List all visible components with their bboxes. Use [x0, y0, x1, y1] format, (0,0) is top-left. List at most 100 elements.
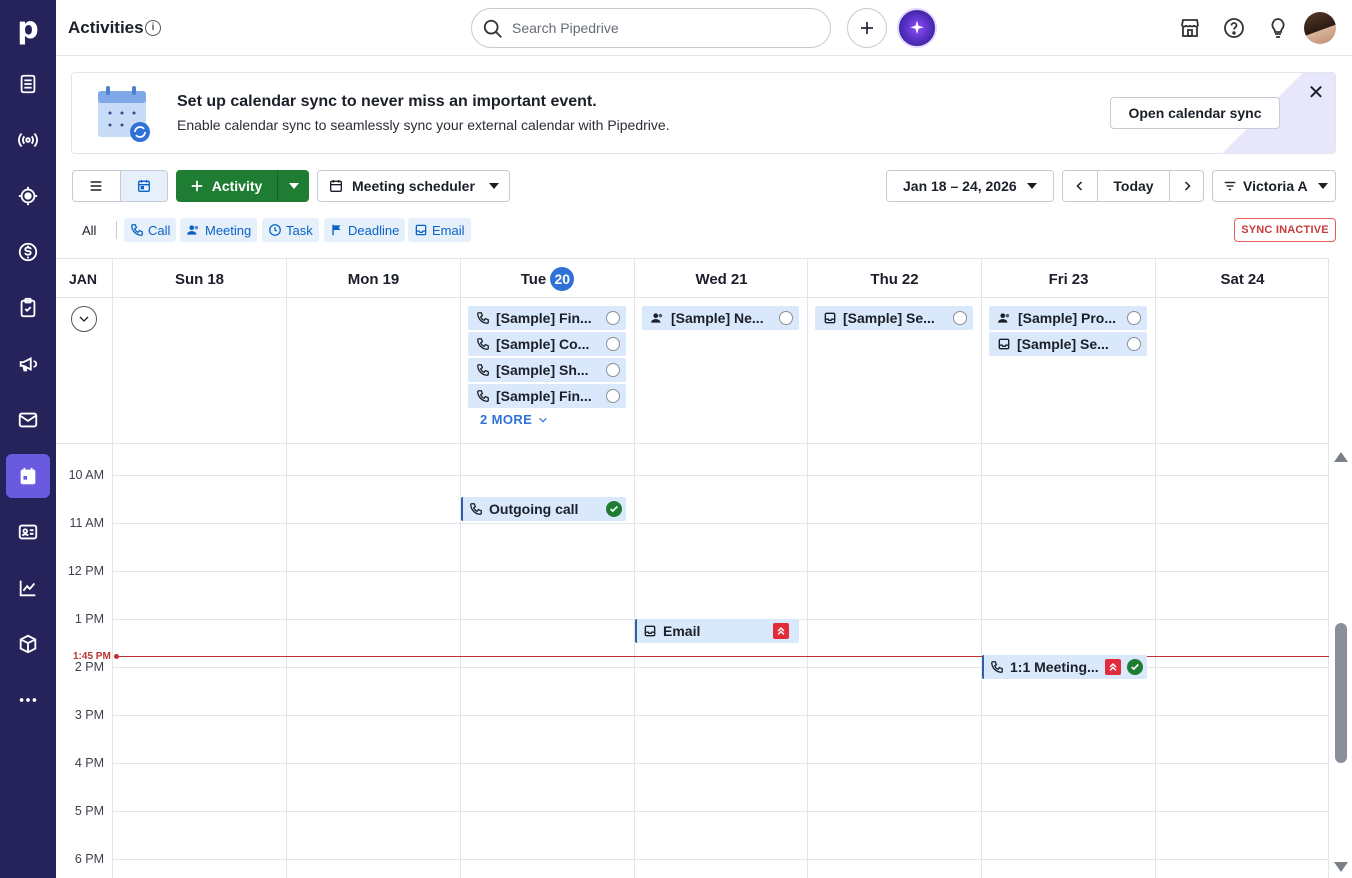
day-header-wed[interactable]: Wed 21	[635, 259, 808, 299]
all-day-event[interactable]: [Sample] Ne...	[642, 306, 799, 330]
mark-done-checkbox[interactable]	[606, 337, 620, 351]
day-number: 22	[901, 270, 919, 288]
mail-icon	[18, 412, 38, 428]
close-icon[interactable]: ✕	[1306, 83, 1326, 103]
all-day-event[interactable]: [Sample] Fin...	[468, 384, 626, 408]
scroll-up-arrow[interactable]	[1334, 452, 1348, 462]
timed-event[interactable]: 1:1 Meeting...	[982, 655, 1147, 679]
add-activity-dropdown-button[interactable]	[277, 170, 309, 202]
hour-label: 10 AM	[68, 468, 104, 482]
filter-divider	[116, 221, 117, 239]
sidebar-item-contacts[interactable]	[6, 510, 50, 554]
sidebar-item-projects[interactable]	[6, 174, 50, 218]
event-title: [Sample] Co...	[496, 336, 590, 352]
high-priority-icon	[773, 623, 789, 639]
search-input[interactable]	[512, 18, 812, 38]
day-header-sat[interactable]: Sat 24	[1156, 259, 1329, 299]
user-filter-button[interactable]: Victoria A	[1212, 170, 1336, 202]
show-more-events-button[interactable]: 2 MORE	[480, 412, 548, 427]
all-day-event[interactable]: [Sample] Sh...	[468, 358, 626, 382]
sidebar-item-products[interactable]	[6, 622, 50, 666]
filter-call[interactable]: Call	[124, 218, 177, 242]
chevron-down-icon	[539, 417, 548, 423]
today-button[interactable]: Today	[1098, 171, 1170, 201]
done-check-icon[interactable]	[606, 501, 622, 517]
phone-icon	[477, 364, 489, 376]
sidebar-item-sales[interactable]	[6, 230, 50, 274]
hour-line	[112, 715, 1329, 716]
filter-call-label: Call	[148, 222, 171, 238]
filter-all[interactable]: All	[76, 218, 102, 242]
mark-done-checkbox[interactable]	[606, 389, 620, 403]
all-day-event[interactable]: [Sample] Fin...	[468, 306, 626, 330]
day-header-fri[interactable]: Fri 23	[982, 259, 1155, 299]
day-header-tue[interactable]: Tue 20	[461, 259, 634, 299]
list-view-button[interactable]	[73, 171, 120, 201]
mark-done-checkbox[interactable]	[779, 311, 793, 325]
all-day-event[interactable]: [Sample] Pro...	[989, 306, 1147, 330]
open-calendar-sync-button[interactable]: Open calendar sync	[1110, 97, 1280, 129]
timed-event[interactable]: Outgoing call	[461, 497, 626, 521]
lightbulb-icon[interactable]	[1266, 16, 1290, 40]
sidebar-item-activities[interactable]	[6, 454, 50, 498]
mark-done-checkbox[interactable]	[606, 363, 620, 377]
info-icon[interactable]: i	[145, 20, 161, 36]
sidebar-item-more[interactable]	[6, 678, 50, 722]
people-icon	[651, 313, 663, 323]
marketplace-icon[interactable]	[1178, 16, 1202, 40]
day-header-thu[interactable]: Thu 22	[808, 259, 981, 299]
day-number: 18	[207, 270, 225, 288]
filter-meeting[interactable]: Meeting	[180, 218, 258, 242]
inbox-icon	[415, 224, 427, 236]
hour-line	[112, 811, 1329, 812]
meeting-scheduler-button[interactable]: Meeting scheduler	[317, 170, 510, 202]
scrollbar-thumb[interactable]	[1335, 623, 1347, 763]
all-day-event[interactable]: [Sample] Co...	[468, 332, 626, 356]
sidebar-item-deals[interactable]	[6, 118, 50, 162]
user-filter-label: Victoria A	[1243, 178, 1308, 194]
all-day-section: [Sample] Fin... [Sample] Co... [Sample] …	[56, 298, 1329, 444]
search-box[interactable]	[471, 8, 831, 48]
inbox-icon	[998, 338, 1010, 350]
hour-label: 5 PM	[74, 804, 104, 818]
timed-event[interactable]: Email	[635, 619, 799, 643]
done-check-icon[interactable]	[1127, 659, 1143, 675]
day-name: Tue	[520, 270, 547, 288]
event-title: [Sample] Ne...	[671, 310, 764, 326]
event-title: Outgoing call	[489, 501, 579, 517]
filter-task[interactable]: Task	[262, 218, 319, 242]
hour-line	[112, 475, 1329, 476]
sidebar-item-mail[interactable]	[6, 398, 50, 442]
collapse-all-day-button[interactable]	[71, 306, 97, 332]
hour-label: 12 PM	[67, 564, 104, 578]
help-icon[interactable]	[1222, 16, 1246, 40]
day-header-sun[interactable]: Sun 18	[113, 259, 286, 299]
sidebar-item-campaigns[interactable]	[6, 342, 50, 386]
sparkle-icon	[910, 20, 924, 34]
mark-done-checkbox[interactable]	[1127, 337, 1141, 351]
all-day-event[interactable]: [Sample] Se...	[989, 332, 1147, 356]
mark-done-checkbox[interactable]	[1127, 311, 1141, 325]
quick-add-button[interactable]	[847, 8, 887, 48]
scroll-down-arrow[interactable]	[1334, 862, 1348, 872]
user-avatar[interactable]	[1304, 12, 1336, 44]
next-week-button[interactable]	[1170, 171, 1203, 201]
date-range-picker[interactable]: Jan 18 – 24, 2026	[886, 170, 1054, 202]
current-time-dot	[114, 654, 119, 659]
mark-done-checkbox[interactable]	[606, 311, 620, 325]
day-header-mon[interactable]: Mon 19	[287, 259, 460, 299]
ai-assistant-button[interactable]	[897, 8, 937, 48]
sidebar-item-leads[interactable]	[6, 62, 50, 106]
previous-week-button[interactable]	[1063, 171, 1098, 201]
mark-done-checkbox[interactable]	[953, 311, 967, 325]
add-activity-button[interactable]: Activity	[176, 170, 276, 202]
filter-email[interactable]: Email	[408, 218, 471, 242]
filter-deadline[interactable]: Deadline	[324, 218, 406, 242]
calendar-view-button[interactable]	[119, 171, 167, 201]
current-time-line	[116, 656, 1329, 657]
all-day-event[interactable]: [Sample] Se...	[815, 306, 973, 330]
day-name: Fri	[1048, 270, 1068, 288]
sidebar-item-tasks[interactable]	[6, 286, 50, 330]
sidebar-item-insights[interactable]	[6, 566, 50, 610]
pipedrive-logo[interactable]: p	[0, 0, 56, 56]
